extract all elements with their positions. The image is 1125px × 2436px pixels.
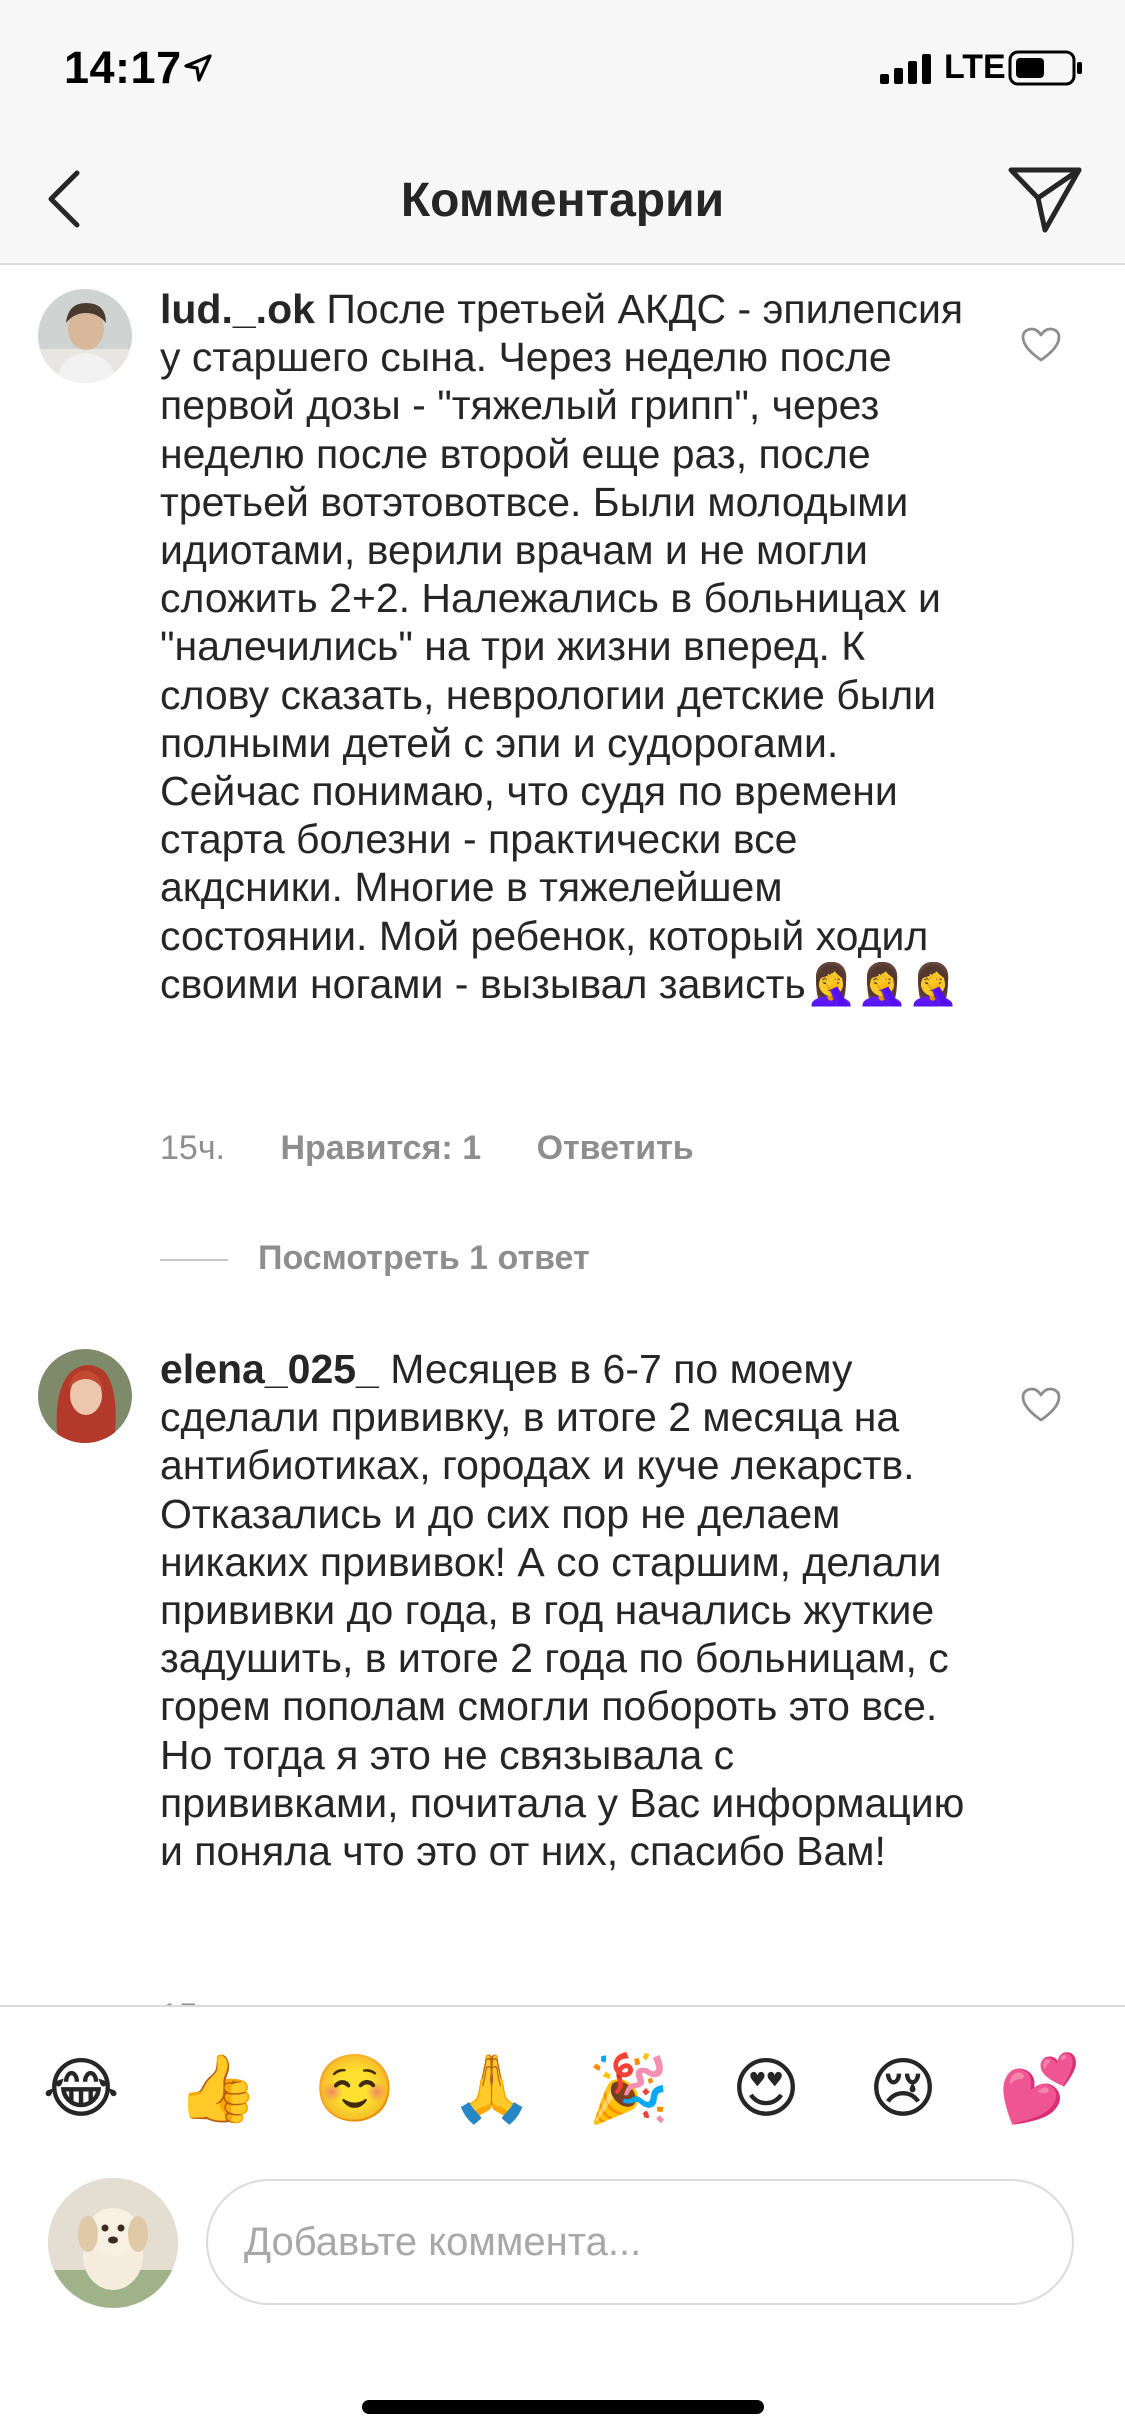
emoji-two-hearts-button[interactable]: 💕 xyxy=(995,2049,1085,2129)
view-replies-button[interactable]: Посмотреть 1 ответ xyxy=(160,1239,590,1278)
like-button[interactable] xyxy=(1016,1383,1066,1427)
puppy-photo xyxy=(48,2178,178,2308)
nav-bar: Комментарии xyxy=(0,135,1125,265)
comments-list[interactable]: lud._.ok После третьей АКДС - эпилепсия … xyxy=(0,265,1125,2005)
replies-divider xyxy=(160,1259,228,1262)
comment-meta: 15ч. xyxy=(160,1997,225,2005)
comment-username[interactable]: elena_025_ xyxy=(160,1346,379,1392)
battery-icon xyxy=(1008,50,1082,86)
profile-photo xyxy=(38,1349,132,1443)
share-button[interactable] xyxy=(1000,157,1090,241)
network-type: LTE xyxy=(944,48,1006,86)
comment-meta: 15ч. Нравится: 1 Ответить xyxy=(160,1129,740,1168)
my-avatar xyxy=(48,2178,178,2308)
emoji-thumbs-up-button[interactable]: 👍 xyxy=(173,2049,263,2129)
paper-plane-icon xyxy=(1008,167,1082,233)
emoji-crying-button[interactable]: 😢 xyxy=(858,2049,948,2129)
reply-button[interactable]: Ответить xyxy=(537,1129,694,1167)
comment-content: После третьей АКДС - эпилепсия у старшег… xyxy=(160,286,964,1007)
comment-text: lud._.ok После третьей АКДС - эпилепсия … xyxy=(160,285,965,1008)
emoji-heart-eyes-button[interactable]: 😍 xyxy=(721,2049,811,2129)
clock: 14:17 xyxy=(64,42,182,93)
comment-time: 15ч. xyxy=(160,1129,225,1167)
location-arrow-icon xyxy=(184,54,212,82)
comment-content: Месяцев в 6-7 по моему сделали прививку,… xyxy=(160,1346,965,1875)
like-button[interactable] xyxy=(1016,323,1066,367)
page-title: Комментарии xyxy=(400,174,725,227)
comment-username[interactable]: lud._.ok xyxy=(160,286,315,332)
comment-time: 15ч. xyxy=(160,1997,225,2005)
comment-composer xyxy=(0,2175,1125,2325)
heart-outline-icon xyxy=(1021,1387,1061,1422)
avatar[interactable] xyxy=(38,1349,132,1443)
emoji-smiling-button[interactable]: ☺️ xyxy=(310,2049,400,2129)
emoji-laughing-button[interactable]: 😂 xyxy=(36,2049,126,2129)
avatar[interactable] xyxy=(38,289,132,383)
comment-text: elena_025_ Месяцев в 6-7 по моему сделал… xyxy=(160,1345,965,1875)
status-bar: 14:17 LTE xyxy=(0,0,1125,135)
profile-photo xyxy=(38,289,132,383)
comment-input[interactable] xyxy=(206,2179,1074,2305)
emoji-quick-reply-bar: 😂 👍 ☺️ 🙏 🎉 😍 😢 💕 xyxy=(0,2005,1125,2177)
signal-icon xyxy=(880,54,931,84)
heart-outline-icon xyxy=(1021,327,1061,362)
emoji-party-popper-button[interactable]: 🎉 xyxy=(584,2049,674,2129)
emoji-praying-hands-button[interactable]: 🙏 xyxy=(447,2049,537,2129)
comment-likes[interactable]: Нравится: 1 xyxy=(280,1129,481,1167)
home-indicator[interactable] xyxy=(362,2400,764,2414)
view-replies-label: Посмотреть 1 ответ xyxy=(258,1239,590,1277)
